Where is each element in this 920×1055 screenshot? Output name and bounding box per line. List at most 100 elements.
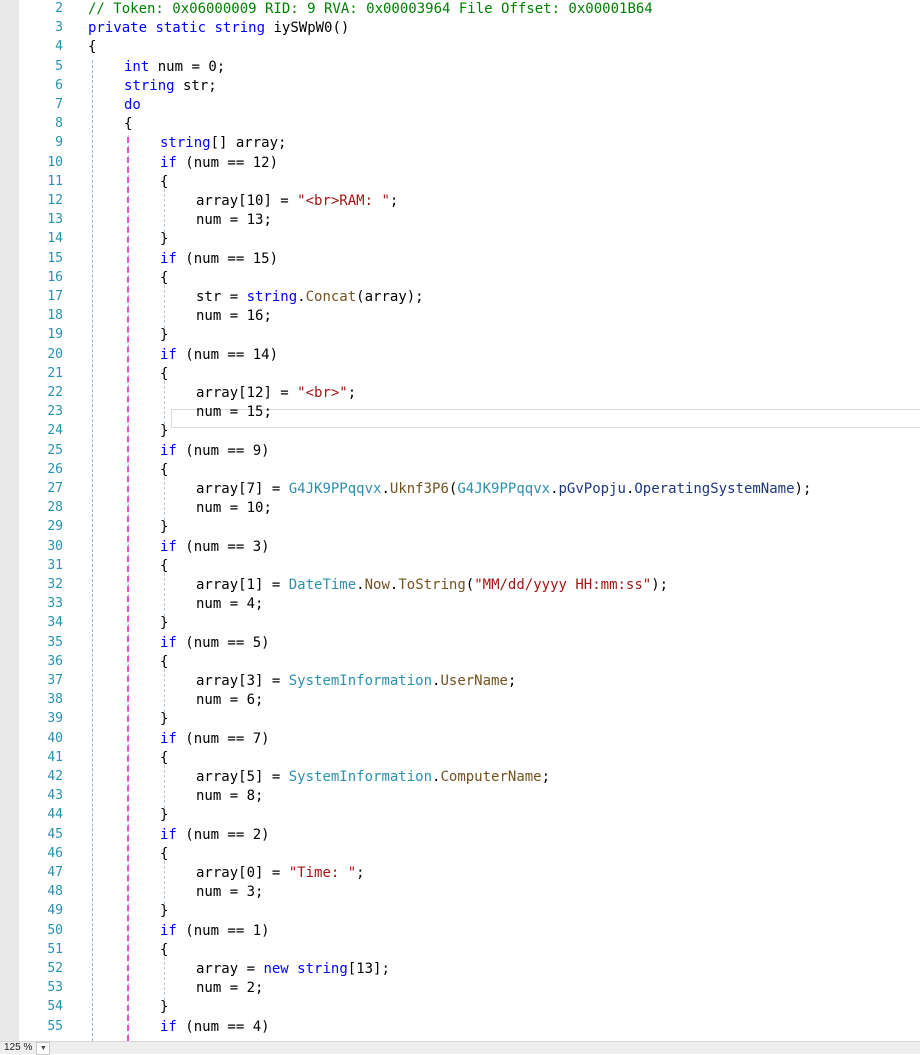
code-token: 13 (356, 961, 374, 977)
code-line: int num = 0; (124, 57, 225, 77)
code-token: DateTime (288, 577, 357, 593)
code-token: array[ (196, 481, 247, 497)
code-token: "<br>" (297, 385, 348, 401)
code-token: str; (174, 77, 217, 94)
code-token: (num == (176, 634, 253, 651)
editor-left-margin[interactable] (0, 0, 19, 1041)
code-token: } (160, 423, 169, 440)
code-token: array[ (196, 673, 247, 689)
code-token: 2 (252, 826, 262, 843)
line-number: 47 (47, 865, 63, 880)
line-number: 24 (47, 423, 63, 439)
code-token: { (160, 941, 169, 958)
line-number: 14 (47, 231, 63, 247)
indent-guide-if (164, 956, 165, 1001)
line-number: 19 (47, 327, 63, 343)
code-token: ; (255, 692, 264, 709)
code-token: ; (216, 58, 226, 75)
code-token: private (88, 20, 148, 37)
code-token: ) (269, 346, 279, 363)
line-number: 21 (47, 365, 63, 381)
code-token: ) (261, 730, 270, 747)
code-token: ; (347, 385, 357, 401)
code-token: static (155, 20, 207, 37)
code-token: { (160, 461, 169, 478)
line-number: 48 (47, 884, 63, 900)
code-line: } (160, 421, 168, 441)
line-number: 42 (47, 769, 63, 784)
code-token: array[ (196, 577, 247, 593)
zoom-control[interactable]: 125 % ▼ (0, 1041, 51, 1055)
line-number: 12 (47, 193, 63, 208)
code-token: } (160, 327, 169, 344)
code-token: 6 (246, 692, 256, 709)
code-token: ; (255, 980, 264, 997)
chevron-down-icon[interactable]: ▼ (36, 1041, 51, 1055)
code-token: 10 (246, 193, 264, 209)
indent-guide-method (92, 60, 93, 1041)
line-number: 32 (47, 577, 63, 592)
code-token: . (381, 481, 390, 497)
code-line: array[1] = DateTime.Now.ToString("MM/dd/… (196, 575, 668, 595)
code-token: "<br>RAM: " (297, 193, 390, 209)
code-token: (num == (176, 826, 253, 843)
code-line: if (num == 3) (160, 537, 270, 557)
code-token: num = (196, 980, 247, 997)
code-token: ; (507, 673, 517, 689)
line-number: 44 (47, 807, 63, 823)
code-token: array[ (196, 193, 247, 209)
code-area[interactable]: // Token: 0x06000009 RID: 9 RVA: 0x00003… (85, 0, 920, 1041)
code-line: num = 15; (196, 402, 272, 422)
code-line: num = 3; (196, 882, 263, 902)
code-token: 15 (246, 404, 264, 421)
code-line: array[0] = "Time: "; (196, 863, 365, 883)
code-line: } (160, 805, 168, 825)
code-token: { (160, 365, 169, 382)
code-line: array[5] = SystemInformation.ComputerNam… (196, 767, 550, 787)
code-token: ) (269, 250, 279, 267)
code-line: if (num == 15) (160, 249, 278, 269)
code-token: array[ (196, 769, 247, 785)
code-editor[interactable]: 2 3 4 5 6 7 8 9 10 11 12 13 14 15 16 17 18 19 20 21 22 23 24 25… (0, 0, 920, 1041)
code-token: } (160, 999, 169, 1016)
code-line: if (num == 1) (160, 921, 270, 941)
indent-guide-if (164, 764, 165, 809)
code-token: num = (196, 212, 247, 229)
code-token: ; (255, 788, 264, 805)
code-line: if (num == 5) (160, 633, 270, 653)
code-line: num = 13; (196, 210, 272, 230)
code-token: 12 (246, 385, 264, 401)
line-number: 49 (47, 903, 63, 919)
code-token: { (160, 845, 169, 862)
code-token: num = (196, 884, 247, 901)
code-token: Uknf3P6 (389, 481, 449, 497)
code-token: num = (196, 788, 247, 805)
code-token: ) (261, 634, 270, 651)
code-token: num = (196, 692, 247, 709)
line-number: 6 (55, 77, 63, 93)
code-token: } (160, 615, 169, 632)
code-token: ComputerName (440, 769, 542, 785)
line-number: 50 (47, 922, 63, 938)
code-line: array[7] = G4JK9PPqqvx.Uknf3P6(G4JK9PPqq… (196, 479, 811, 499)
code-token: (num == (176, 730, 253, 747)
code-token: 8 (246, 788, 256, 805)
code-token: 1 (246, 577, 256, 593)
code-line: } (160, 517, 168, 537)
line-number: 45 (47, 826, 63, 842)
code-token: (array); (356, 289, 424, 305)
line-number: 34 (47, 615, 63, 631)
code-token: } (160, 711, 169, 728)
code-token: } (160, 231, 169, 248)
code-line: num = 16; (196, 306, 272, 326)
code-token: string (160, 135, 211, 152)
code-line: } (160, 997, 168, 1017)
code-token: if (160, 922, 177, 939)
code-token: (num == (176, 346, 253, 363)
indent-guide-loop (127, 137, 129, 1041)
status-bar: 125 % ▼ (0, 1041, 920, 1055)
code-token: 16 (246, 308, 264, 325)
code-line: num = 8; (196, 786, 263, 806)
code-token: ] = (255, 769, 289, 785)
code-line: } (160, 613, 168, 633)
